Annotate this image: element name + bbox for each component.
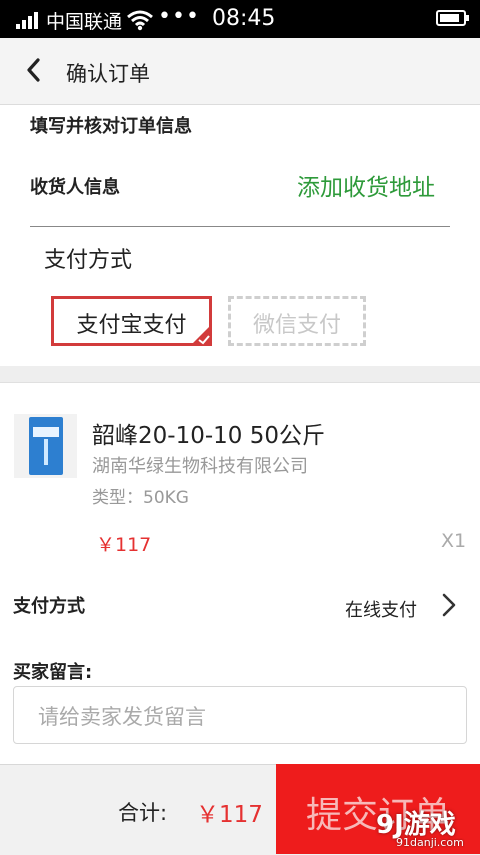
buyer-message-label: 买家留言: bbox=[13, 662, 93, 683]
product-name[interactable]: 韶峰20-10-10 50公斤 bbox=[92, 416, 325, 450]
add-address-link[interactable]: 添加收货地址 bbox=[297, 168, 435, 202]
status-bar: 中国联通 ••• 08:45 bbox=[0, 0, 480, 38]
page-title: 确认订单 bbox=[66, 62, 150, 86]
total-label: 合计: bbox=[118, 801, 168, 825]
product-company: 湖南华绿生物科技有限公司 bbox=[92, 456, 308, 477]
alipay-option[interactable]: 支付宝支付 bbox=[51, 296, 212, 346]
total-value: ￥117 bbox=[196, 802, 263, 828]
product-price: ￥117 bbox=[96, 534, 152, 556]
payment-method-title: 支付方式 bbox=[44, 248, 133, 273]
payment-method-label: 支付方式 bbox=[13, 596, 85, 617]
receiver-label: 收货人信息 bbox=[30, 177, 120, 198]
back-icon[interactable] bbox=[22, 55, 46, 85]
payment-method-value[interactable]: 在线支付 bbox=[345, 596, 417, 622]
battery-icon bbox=[436, 10, 469, 26]
product-quantity: X1 bbox=[441, 530, 467, 552]
clock: 08:45 bbox=[212, 6, 276, 31]
chevron-right-icon[interactable] bbox=[440, 591, 458, 619]
wechat-pay-option-label: 微信支付 bbox=[252, 313, 341, 338]
divider bbox=[30, 226, 450, 227]
product-type: 类型：50KG bbox=[92, 488, 189, 508]
alipay-option-label: 支付宝支付 bbox=[76, 313, 187, 338]
site-watermark: 9J游戏 91danji.com bbox=[330, 800, 480, 854]
buyer-message-placeholder: 请给卖家发货留言 bbox=[38, 705, 206, 729]
more-icon: ••• bbox=[158, 4, 200, 29]
wechat-pay-option[interactable]: 微信支付 bbox=[228, 296, 366, 346]
selected-check-icon bbox=[190, 324, 212, 346]
wifi-icon bbox=[127, 10, 153, 31]
signal-icon bbox=[16, 11, 42, 29]
app-header: 确认订单 bbox=[0, 38, 480, 105]
product-image[interactable] bbox=[14, 414, 77, 478]
buyer-message-input[interactable]: 请给卖家发货留言 bbox=[13, 686, 467, 744]
section-separator bbox=[0, 366, 480, 383]
carrier-name: 中国联通 bbox=[46, 11, 123, 33]
watermark-url: 91danji.com bbox=[396, 836, 464, 849]
section-title: 填写并核对订单信息 bbox=[30, 116, 192, 137]
